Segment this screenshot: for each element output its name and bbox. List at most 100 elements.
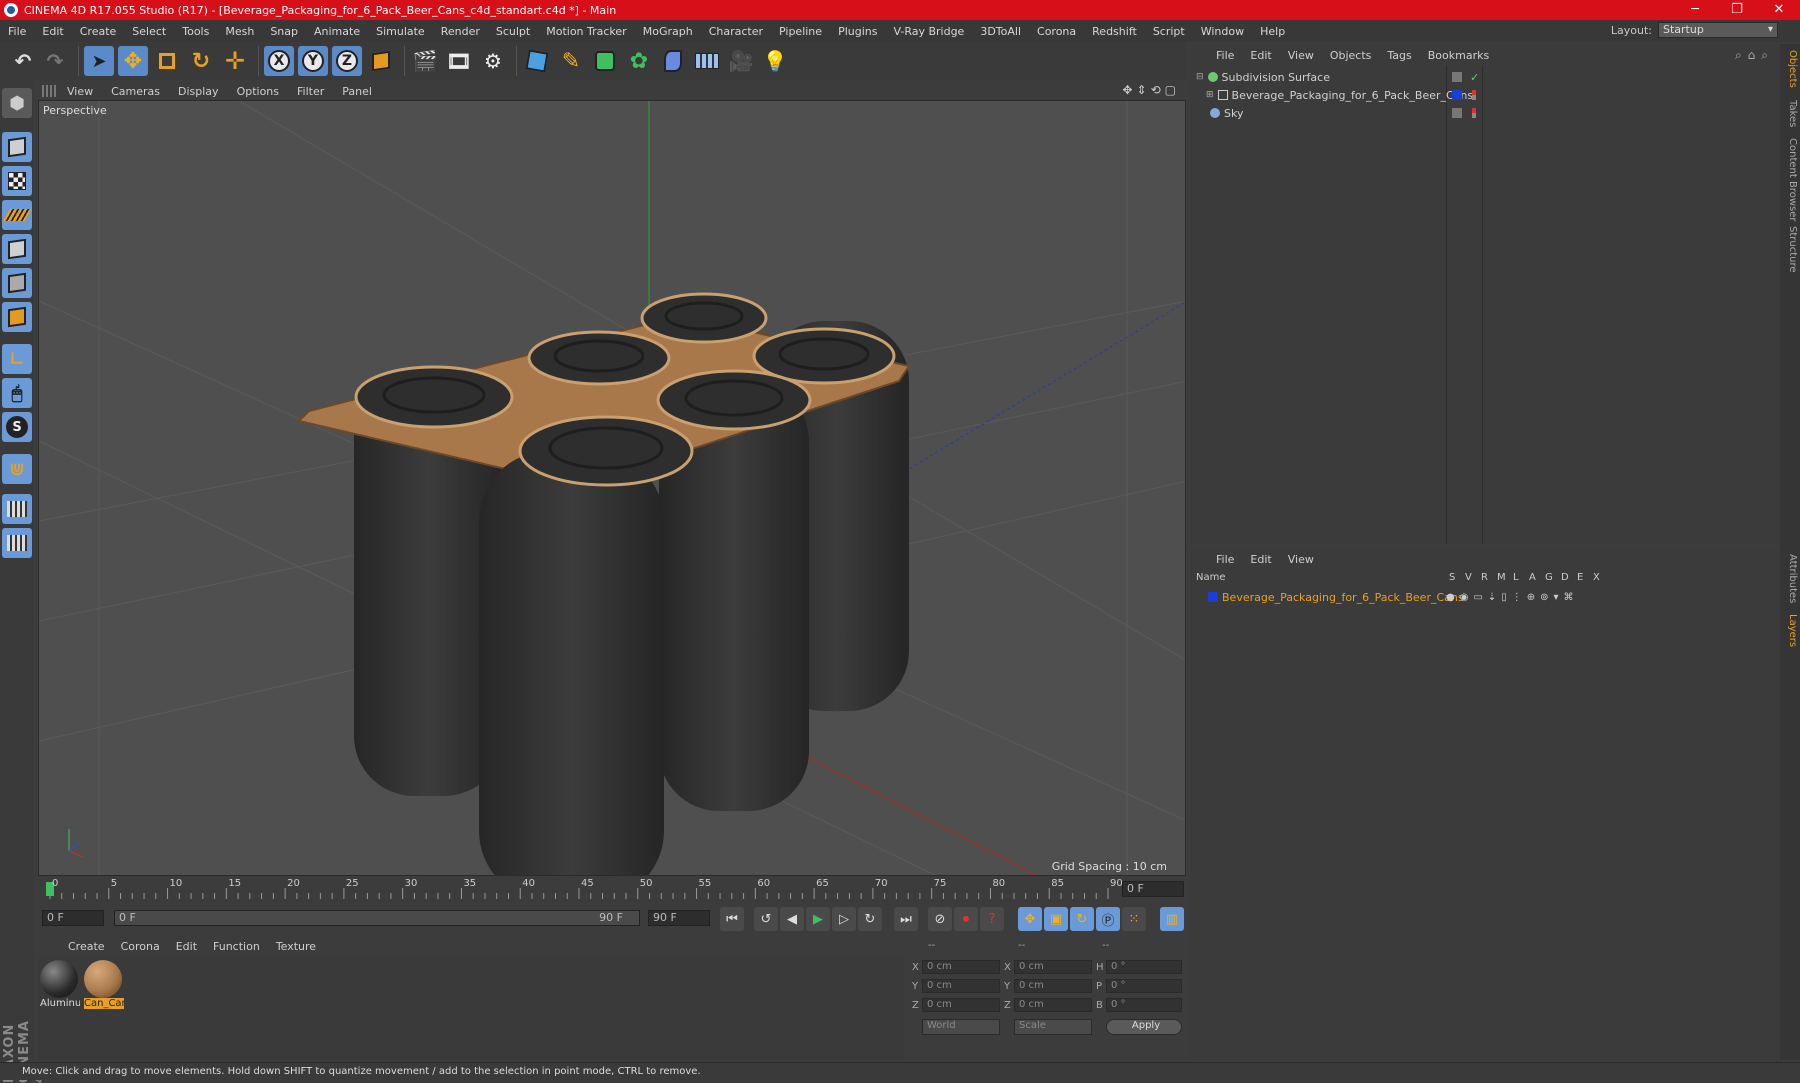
menu-mesh[interactable]: Mesh [217,25,262,38]
menu-corona[interactable]: Corona [1029,25,1084,38]
polygons-mode-button[interactable] [2,302,32,332]
pos-z-field[interactable]: 0 cm [922,998,1000,1012]
layer-row[interactable]: Beverage_Packaging_for_6_Pack_Beer_Cans … [1190,588,1780,606]
viewport-menu-view[interactable]: View [58,85,102,98]
snap-button[interactable]: ⋓ [2,454,32,484]
menu-snap[interactable]: Snap [262,25,306,38]
menu-vray-bridge[interactable]: V-Ray Bridge [885,25,972,38]
add-camera-button[interactable]: 🎥 [726,46,756,76]
3d-viewport[interactable]: Perspective Grid Spacing : 10 cm [38,100,1186,876]
tweak-mode-button[interactable]: 🖱 [2,378,32,408]
object-menu-edit[interactable]: Edit [1242,49,1279,62]
texture-mode-button[interactable] [2,166,32,196]
add-generator-button[interactable] [590,46,620,76]
y-axis-lock-button[interactable]: Y [298,46,328,76]
viewport-menu-options[interactable]: Options [228,85,288,98]
size-z-field[interactable]: 0 cm [1014,998,1092,1012]
key-position-button[interactable]: ✥ [1018,907,1042,931]
material-menu-edit[interactable]: Edit [168,940,205,953]
maximize-button[interactable]: ❐ [1716,0,1758,20]
timeline-ruler[interactable]: 0 F 0 5 10 15 20 25 30 35 40 45 50 55 60 65 70 75 80 85 90 [38,878,1186,900]
material-can-carrier[interactable]: Can_Car [84,960,124,1016]
close-button[interactable]: ✕ [1758,0,1800,20]
visibility-dots-icon[interactable] [1472,108,1476,118]
record-button[interactable]: ⏺ [954,907,978,931]
go-to-start-button[interactable]: ⏮ [720,907,744,931]
timeline-window-button[interactable]: ▥ [1160,907,1184,931]
previous-frame-button[interactable]: ◀ [780,907,804,931]
render-view-button[interactable]: 🎬 [410,46,440,76]
object-menu-tags[interactable]: Tags [1379,49,1419,62]
size-mode-dropdown[interactable]: Scale [1014,1019,1092,1035]
add-spline-button[interactable]: ✎ [556,46,586,76]
edges-mode-button[interactable] [2,268,32,298]
make-editable-button[interactable]: ⬢ [2,88,32,118]
viewport-navigation-icons[interactable]: ✥⇕⟲▢ [1122,83,1180,97]
play-button[interactable]: ▶ [806,907,830,931]
menu-simulate[interactable]: Simulate [368,25,433,38]
visibility-toggle-icon[interactable] [1452,108,1462,118]
workplane-mode-button[interactable] [2,200,32,230]
planar-workplane-button[interactable] [2,528,32,558]
menu-script[interactable]: Script [1145,25,1193,38]
rotate-tool-button[interactable]: ↻ [186,46,216,76]
viewport-menu-panel[interactable]: Panel [333,85,381,98]
render-settings-button[interactable]: ⚙ [478,46,508,76]
menu-character[interactable]: Character [701,25,771,38]
menu-animate[interactable]: Animate [306,25,368,38]
menu-pipeline[interactable]: Pipeline [771,25,830,38]
menu-edit[interactable]: Edit [34,25,71,38]
key-parameter-button[interactable]: Ⓟ [1096,907,1120,931]
axis-mode-button[interactable]: ∟ [2,344,32,374]
keyframe-button[interactable]: ⊘ [928,907,952,931]
object-manager-search-icon[interactable]: ⌕⌂⌕ [1735,48,1774,63]
rot-b-field[interactable]: 0 ° [1106,998,1182,1012]
object-row-beverage-packaging[interactable]: ⊞ Beverage_Packaging_for_6_Pack_Beer_Can… [1190,86,1780,104]
tab-content-browser[interactable]: Content Browser [1782,138,1798,221]
layout-dropdown[interactable]: Startup [1658,22,1778,38]
transform-tool-button[interactable]: ✛ [220,46,250,76]
size-x-field[interactable]: 0 cm [1014,960,1092,974]
z-axis-lock-button[interactable]: Z [332,46,362,76]
object-menu-view[interactable]: View [1280,49,1322,62]
menu-help[interactable]: Help [1252,25,1293,38]
tab-attributes[interactable]: Attributes [1782,554,1798,603]
object-menu-file[interactable]: File [1208,49,1242,62]
menu-create[interactable]: Create [72,25,125,38]
layer-color-icon[interactable] [1452,90,1462,100]
menu-window[interactable]: Window [1193,25,1252,38]
menu-tools[interactable]: Tools [174,25,217,38]
viewport-menu-filter[interactable]: Filter [288,85,333,98]
add-deformer-button[interactable] [658,46,688,76]
visibility-toggle-icon[interactable] [1452,72,1462,82]
move-tool-button[interactable]: ✥ [118,46,148,76]
tab-structure[interactable]: Structure [1782,226,1798,273]
menu-file[interactable]: File [0,25,34,38]
auto-keying-button[interactable]: ? [980,907,1004,931]
points-mode-button[interactable] [2,234,32,264]
object-row-sky[interactable]: Sky [1190,104,1780,122]
frame-range-slider[interactable]: 0 F 90 F [114,910,640,926]
coordinate-system-button[interactable] [366,46,396,76]
viewport-menu-display[interactable]: Display [169,85,228,98]
material-menu-corona[interactable]: Corona [113,940,168,953]
key-pla-button[interactable]: ⁙ [1122,907,1146,931]
menu-mograph[interactable]: MoGraph [635,25,701,38]
rot-h-field[interactable]: 0 ° [1106,960,1182,974]
object-menu-bookmarks[interactable]: Bookmarks [1420,49,1497,62]
key-rotation-button[interactable]: ↻ [1070,907,1094,931]
visibility-dots-icon[interactable] [1472,90,1476,100]
menu-3dtoall[interactable]: 3DToAll [972,25,1029,38]
layer-flag-icons[interactable]: ●◉▭⇣▯⋮⊕⊚▾⌘ [1446,592,1579,603]
minimize-button[interactable]: ─ [1674,0,1716,20]
enabled-check-icon[interactable]: ✓ [1470,71,1479,84]
pos-x-field[interactable]: 0 cm [922,960,1000,974]
tab-takes[interactable]: Takes [1782,100,1798,127]
go-to-end-button[interactable]: ⏭ [894,907,918,931]
solo-mode-button[interactable]: S [2,412,32,442]
object-row-subdivision-surface[interactable]: ⊟ Subdivision Surface ✓ [1190,68,1780,86]
coordinate-mode-dropdown[interactable]: World [922,1019,1000,1035]
layer-menu-view[interactable]: View [1280,553,1322,566]
locked-workplane-button[interactable] [2,494,32,524]
next-frame-button[interactable]: ▷ [832,907,856,931]
